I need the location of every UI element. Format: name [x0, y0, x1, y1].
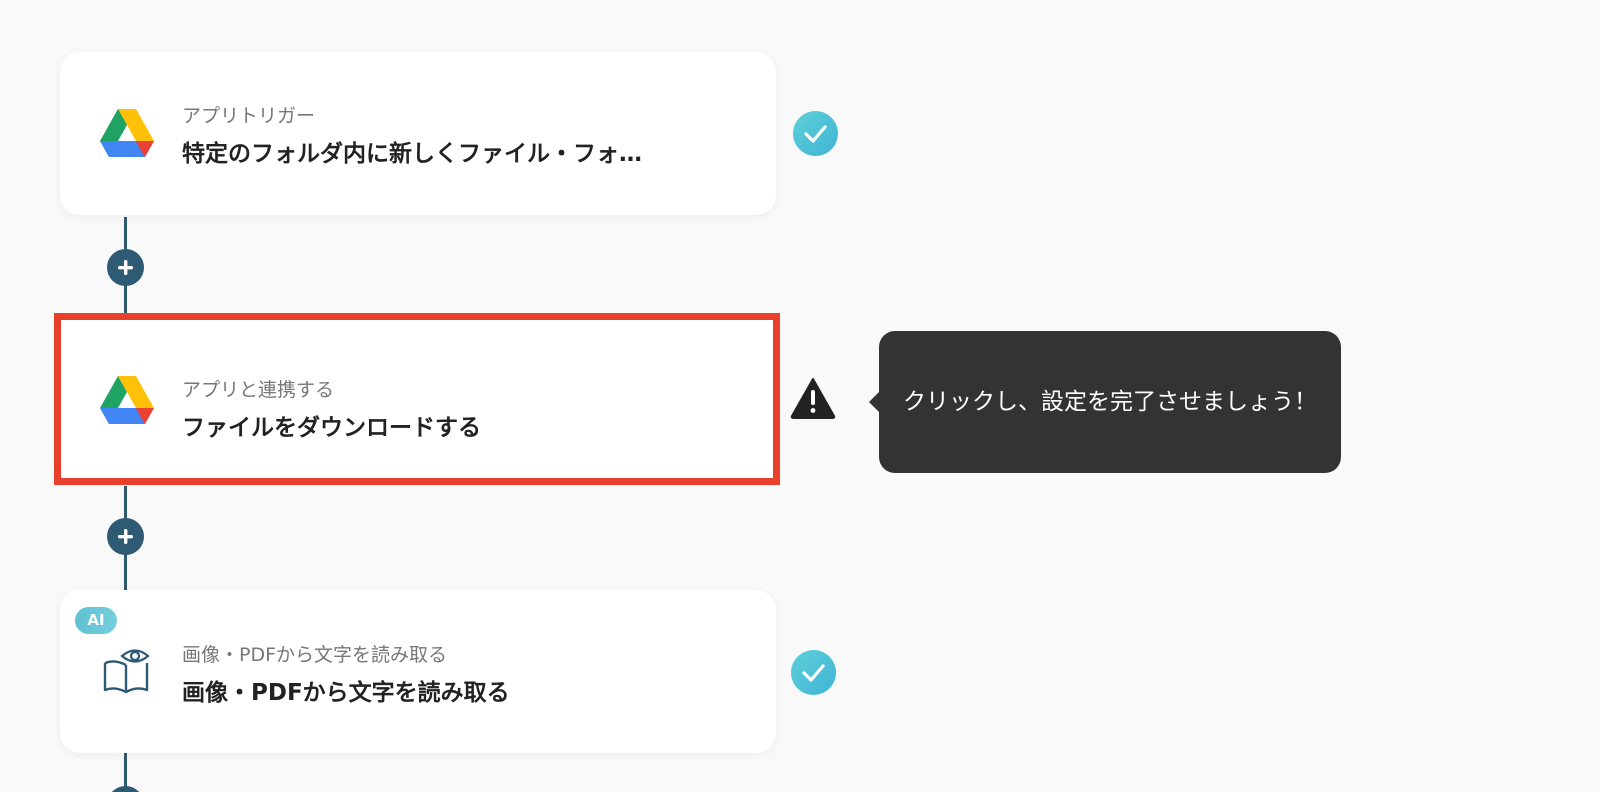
warning-icon	[790, 378, 836, 419]
book-eye-icon	[103, 649, 150, 694]
ai-badge: AI	[75, 607, 117, 634]
step-title: ファイルをダウンロードする	[182, 415, 481, 441]
tooltip-text: クリックし、設定を完了させましょう！	[903, 389, 1317, 415]
add-step-button[interactable]	[107, 518, 144, 555]
step-card-download[interactable]: アプリと連携する ファイルをダウンロードする	[54, 313, 780, 485]
step-type-label: 画像・PDFから文字を読み取る	[182, 644, 448, 666]
check-icon	[791, 650, 836, 695]
google-drive-icon	[100, 109, 154, 157]
step-title: 画像・PDFから文字を読み取る	[182, 680, 510, 706]
workflow-canvas: アプリトリガー 特定のフォルダ内に新しくファイル・フォ… アプリと連携する ファ…	[0, 0, 1600, 792]
google-drive-icon	[100, 376, 154, 424]
step-card-ocr[interactable]: 画像・PDFから文字を読み取る 画像・PDFから文字を読み取る	[60, 590, 776, 753]
plus-icon	[118, 260, 133, 275]
step-title: 特定のフォルダ内に新しくファイル・フォ…	[182, 141, 642, 167]
setup-tooltip: クリックし、設定を完了させましょう！	[869, 331, 1341, 473]
step-type-label: アプリトリガー	[182, 105, 316, 127]
step-card-trigger[interactable]: アプリトリガー 特定のフォルダ内に新しくファイル・フォ…	[60, 52, 776, 215]
add-step-button[interactable]	[107, 786, 144, 792]
add-step-button[interactable]	[107, 249, 144, 286]
step-type-label: アプリと連携する	[182, 379, 335, 401]
tooltip-arrow	[869, 392, 879, 412]
check-icon	[793, 111, 838, 156]
plus-icon	[118, 529, 133, 544]
